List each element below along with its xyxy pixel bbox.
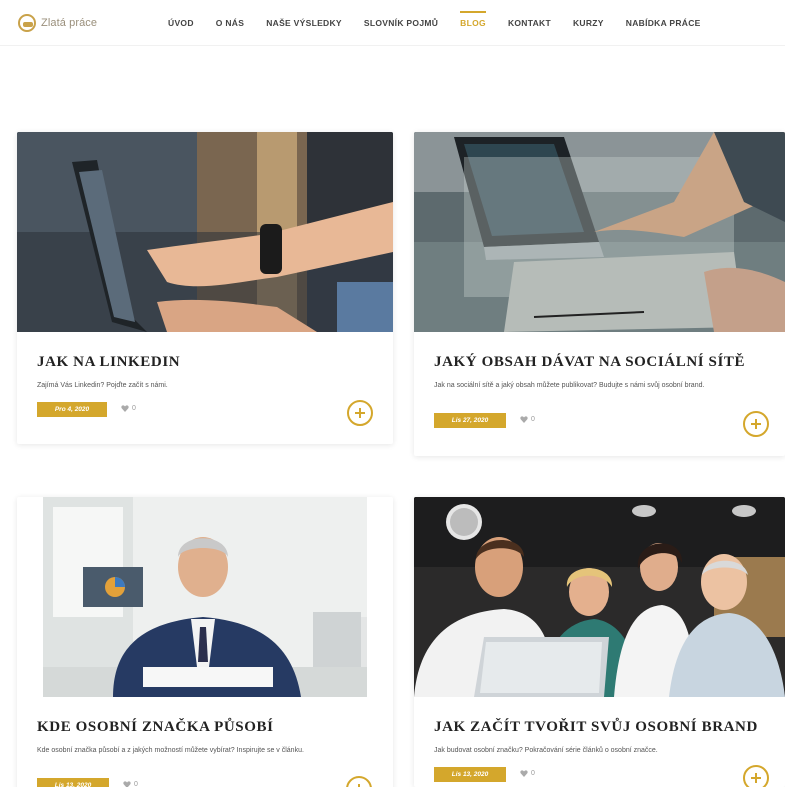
post-photo [17,132,393,332]
post-excerpt: Kde osobní značka působí a z jakých možn… [37,747,304,754]
comment-count-value: 0 [531,416,535,423]
post-image-linkedin[interactable] [17,132,393,332]
top-navigation: Zlatá práce ÚVOD O NÁS NAŠE VÝSLEDKY SLO… [0,0,785,46]
blog-card-osobni-znacka[interactable]: KDE OSOBNÍ ZNAČKA PŮSOBÍ Kde osobní znač… [17,497,393,787]
post-excerpt: Zajímá Vás Linkedin? Pojďte začít s námi… [37,382,168,389]
post-date-badge: Lis 27, 2020 [434,413,506,428]
post-title[interactable]: JAK ZAČÍT TVOŘIT SVŮJ OSOBNÍ BRAND [434,719,758,736]
menu-item-o-nas[interactable]: O NÁS [216,18,244,28]
blog-card-linkedin[interactable]: JAK NA LINKEDIN Zajímá Vás Linkedin? Poj… [17,132,393,444]
heart-icon [121,405,129,412]
menu-item-uvod[interactable]: ÚVOD [168,18,194,28]
post-title[interactable]: KDE OSOBNÍ ZNAČKA PŮSOBÍ [37,719,274,736]
read-more-button[interactable] [346,776,372,787]
menu-item-kurzy[interactable]: KURZY [573,18,604,28]
heart-icon [123,781,131,787]
post-image-osobni-brand[interactable] [414,497,785,697]
comment-count-value: 0 [134,781,138,787]
menu-item-kontakt[interactable]: KONTAKT [508,18,551,28]
post-photo [414,497,785,697]
post-date-badge: Lis 13, 2020 [37,778,109,787]
menu-item-nabidka-prace[interactable]: NABÍDKA PRÁCE [626,18,701,28]
comment-count: 0 [520,770,535,777]
plus-icon [751,773,761,783]
comment-count: 0 [520,416,535,423]
main-menu: ÚVOD O NÁS NAŠE VÝSLEDKY SLOVNÍK POJMŮ B… [168,11,701,28]
post-photo [43,497,367,697]
post-photo [414,132,785,332]
post-title[interactable]: JAK NA LINKEDIN [37,354,180,371]
heart-icon [520,416,528,423]
post-title[interactable]: JAKÝ OBSAH DÁVAT NA SOCIÁLNÍ SÍTĚ [434,354,745,371]
plus-icon [355,408,365,418]
post-excerpt: Jak budovat osobní značku? Pokračování s… [434,747,658,754]
logo-text: Zlatá práce [41,17,98,29]
comment-count: 0 [121,405,136,412]
post-excerpt: Jak na sociální sítě a jaký obsah můžete… [434,382,705,389]
read-more-button[interactable] [347,400,373,426]
logo-icon [18,14,36,32]
blog-card-socialni-site[interactable]: JAKÝ OBSAH DÁVAT NA SOCIÁLNÍ SÍTĚ Jak na… [414,132,785,456]
post-image-socialni-site[interactable] [414,132,785,332]
comment-count-value: 0 [132,405,136,412]
heart-icon [520,770,528,777]
site-logo[interactable]: Zlatá práce [18,14,97,32]
comment-count-value: 0 [531,770,535,777]
read-more-button[interactable] [743,765,769,787]
post-date-badge: Pro 4, 2020 [37,402,107,417]
menu-item-slovnik-pojmu[interactable]: SLOVNÍK POJMŮ [364,18,438,28]
post-date-badge: Lis 13, 2020 [434,767,506,782]
comment-count: 0 [123,781,138,787]
menu-item-nase-vysledky[interactable]: NAŠE VÝSLEDKY [266,18,342,28]
menu-item-blog[interactable]: BLOG [460,11,486,28]
blog-card-osobni-brand[interactable]: JAK ZAČÍT TVOŘIT SVŮJ OSOBNÍ BRAND Jak b… [414,497,785,787]
read-more-button[interactable] [743,411,769,437]
post-image-osobni-znacka[interactable] [43,497,367,697]
plus-icon [751,419,761,429]
